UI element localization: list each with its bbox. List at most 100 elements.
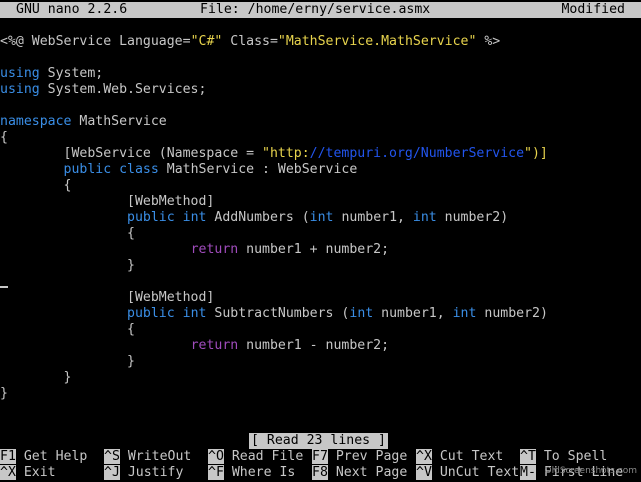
code-token: "MathService.MathService" (277, 34, 477, 49)
code-token: ")] (524, 146, 548, 161)
code-line[interactable]: [WebMethod] (0, 194, 641, 210)
shortcut-key: ^V (416, 465, 432, 480)
shortcut-label: Cut Text (431, 449, 504, 464)
code-line[interactable]: [WebMethod] (0, 290, 641, 306)
code-token: int (309, 210, 334, 225)
code-line[interactable]: } (0, 370, 641, 386)
shortcut-key: F8 (312, 465, 328, 480)
shortcut-label: Where Is (223, 465, 296, 480)
code-token: number1 + number2; (238, 242, 390, 257)
code-line[interactable]: { (0, 226, 641, 242)
code-token: return (190, 242, 239, 257)
shortcut-key: M- (520, 465, 536, 480)
shortcut-key: ^F (208, 465, 224, 480)
code-token: { (0, 226, 135, 241)
code-token: number1, (373, 306, 453, 321)
code-line[interactable]: } (0, 258, 641, 274)
code-line[interactable] (0, 98, 641, 114)
shortcut-key: ^X (0, 465, 16, 480)
shortcut-label: Prev Page (327, 449, 408, 464)
code-token: } (0, 258, 135, 273)
shortcut-key: F7 (312, 449, 328, 464)
code-token: { (0, 322, 135, 337)
code-token: public class (63, 162, 159, 177)
shortcut-next-page[interactable]: F8 Next Page (312, 465, 407, 481)
code-token: namespace (0, 114, 72, 129)
shortcut-label: Exit (15, 465, 56, 480)
code-token: } (0, 370, 72, 385)
shortcut-key: ^S (104, 449, 120, 464)
status-line: [ Read 23 lines ] (0, 433, 641, 449)
shortcut-to-spell[interactable]: ^T To Spell (520, 449, 607, 465)
code-line[interactable]: <%@ WebService Language="C#" Class="Math… (0, 34, 641, 50)
file-path: File: /home/erny/service.asmx (200, 2, 431, 17)
code-line[interactable]: using System.Web.Services; (0, 82, 641, 98)
code-token: Class= (222, 34, 278, 49)
code-line[interactable] (0, 50, 641, 66)
code-token: number1, (333, 210, 413, 225)
code-token: AddNumbers ( (206, 210, 310, 225)
code-line[interactable] (0, 274, 641, 290)
code-token: number1 - number2; (238, 338, 390, 353)
code-token: } (0, 386, 8, 401)
code-token: [WebMethod] (0, 290, 215, 305)
shortcut-key: ^X (416, 449, 432, 464)
shortcut-cut-text[interactable]: ^X Cut Text (416, 449, 503, 465)
code-token: return (190, 338, 239, 353)
shortcut-label: Get Help (15, 449, 88, 464)
code-token: public int (127, 306, 207, 321)
status-message: [ Read 23 lines ] (249, 433, 388, 449)
shortcut-label: Next Page (327, 465, 408, 480)
code-token: using (0, 82, 40, 97)
code-token: number2) (436, 210, 509, 225)
shortcut-key: ^O (208, 449, 224, 464)
shortcut-key: ^J (104, 465, 120, 480)
shortcut-label: Justify (119, 465, 184, 480)
code-line[interactable]: return number1 + number2; (0, 242, 641, 258)
code-line[interactable]: namespace MathService (0, 114, 641, 130)
shortcut-label: UnCut Text (431, 465, 520, 480)
modified-indicator: Modified (561, 2, 625, 17)
shortcut-uncut-text[interactable]: ^V UnCut Text (416, 465, 519, 481)
code-line[interactable]: { (0, 322, 641, 338)
shortcut-exit[interactable]: ^X Exit (0, 465, 56, 481)
shortcut-writeout[interactable]: ^S WriteOut (104, 449, 191, 465)
shortcut-justify[interactable]: ^J Justify (104, 465, 183, 481)
code-token: int (349, 306, 374, 321)
code-line[interactable]: public int SubtractNumbers (int number1,… (0, 306, 641, 322)
code-line[interactable]: return number1 - number2; (0, 338, 641, 354)
code-line[interactable]: } (0, 386, 641, 402)
shortcut-label: To Spell (535, 449, 608, 464)
title-bar: GNU nano 2.2.6 File: /home/erny/service.… (0, 2, 641, 18)
code-token: number2) (476, 306, 548, 321)
text-cursor (0, 286, 8, 288)
code-token: "C#" (190, 34, 223, 49)
shortcut-key: ^T (520, 449, 536, 464)
shortcut-read-file[interactable]: ^O Read File (208, 449, 303, 465)
code-token: MathService (71, 114, 167, 129)
code-token: { (0, 130, 8, 145)
code-line[interactable]: { (0, 130, 641, 146)
code-token: SubtractNumbers ( (206, 306, 350, 321)
code-line[interactable]: public class MathService : WebService (0, 162, 641, 178)
code-line[interactable]: using System; (0, 66, 641, 82)
code-token: MathService : WebService (158, 162, 358, 177)
code-line[interactable]: { (0, 178, 641, 194)
app-version: GNU nano 2.2.6 (16, 2, 128, 17)
shortcut-prev-page[interactable]: F7 Prev Page (312, 449, 407, 465)
code-token: System.Web.Services; (39, 82, 207, 97)
code-line[interactable]: public int AddNumbers (int number1, int … (0, 210, 641, 226)
shortcut-get-help[interactable]: F1 Get Help (0, 449, 87, 465)
shortcut-label: Read File (223, 449, 304, 464)
code-line[interactable]: [WebService (Namespace = "http://tempuri… (0, 146, 641, 162)
code-line[interactable]: } (0, 354, 641, 370)
watermark: OldScreenshots.com (544, 466, 637, 476)
shortcut-where-is[interactable]: ^F Where Is (208, 465, 295, 481)
code-token: %> (476, 34, 501, 49)
shortcut-key: F1 (0, 449, 16, 464)
code-token: public int (127, 210, 207, 225)
